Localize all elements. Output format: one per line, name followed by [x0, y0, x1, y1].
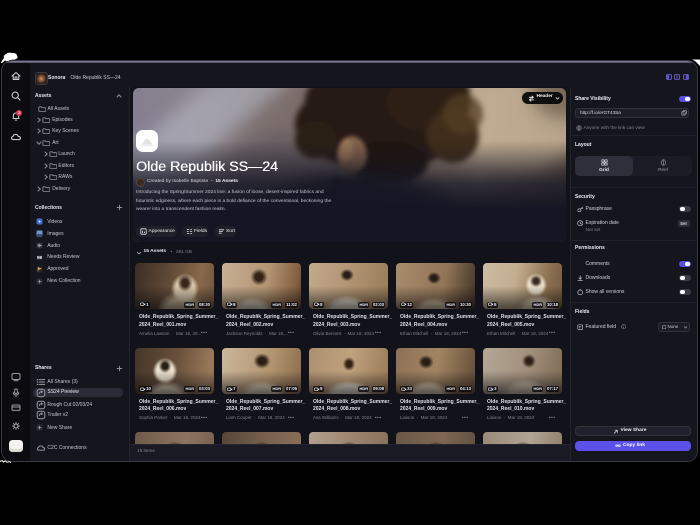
svg-text:99: 99 [37, 255, 43, 260]
